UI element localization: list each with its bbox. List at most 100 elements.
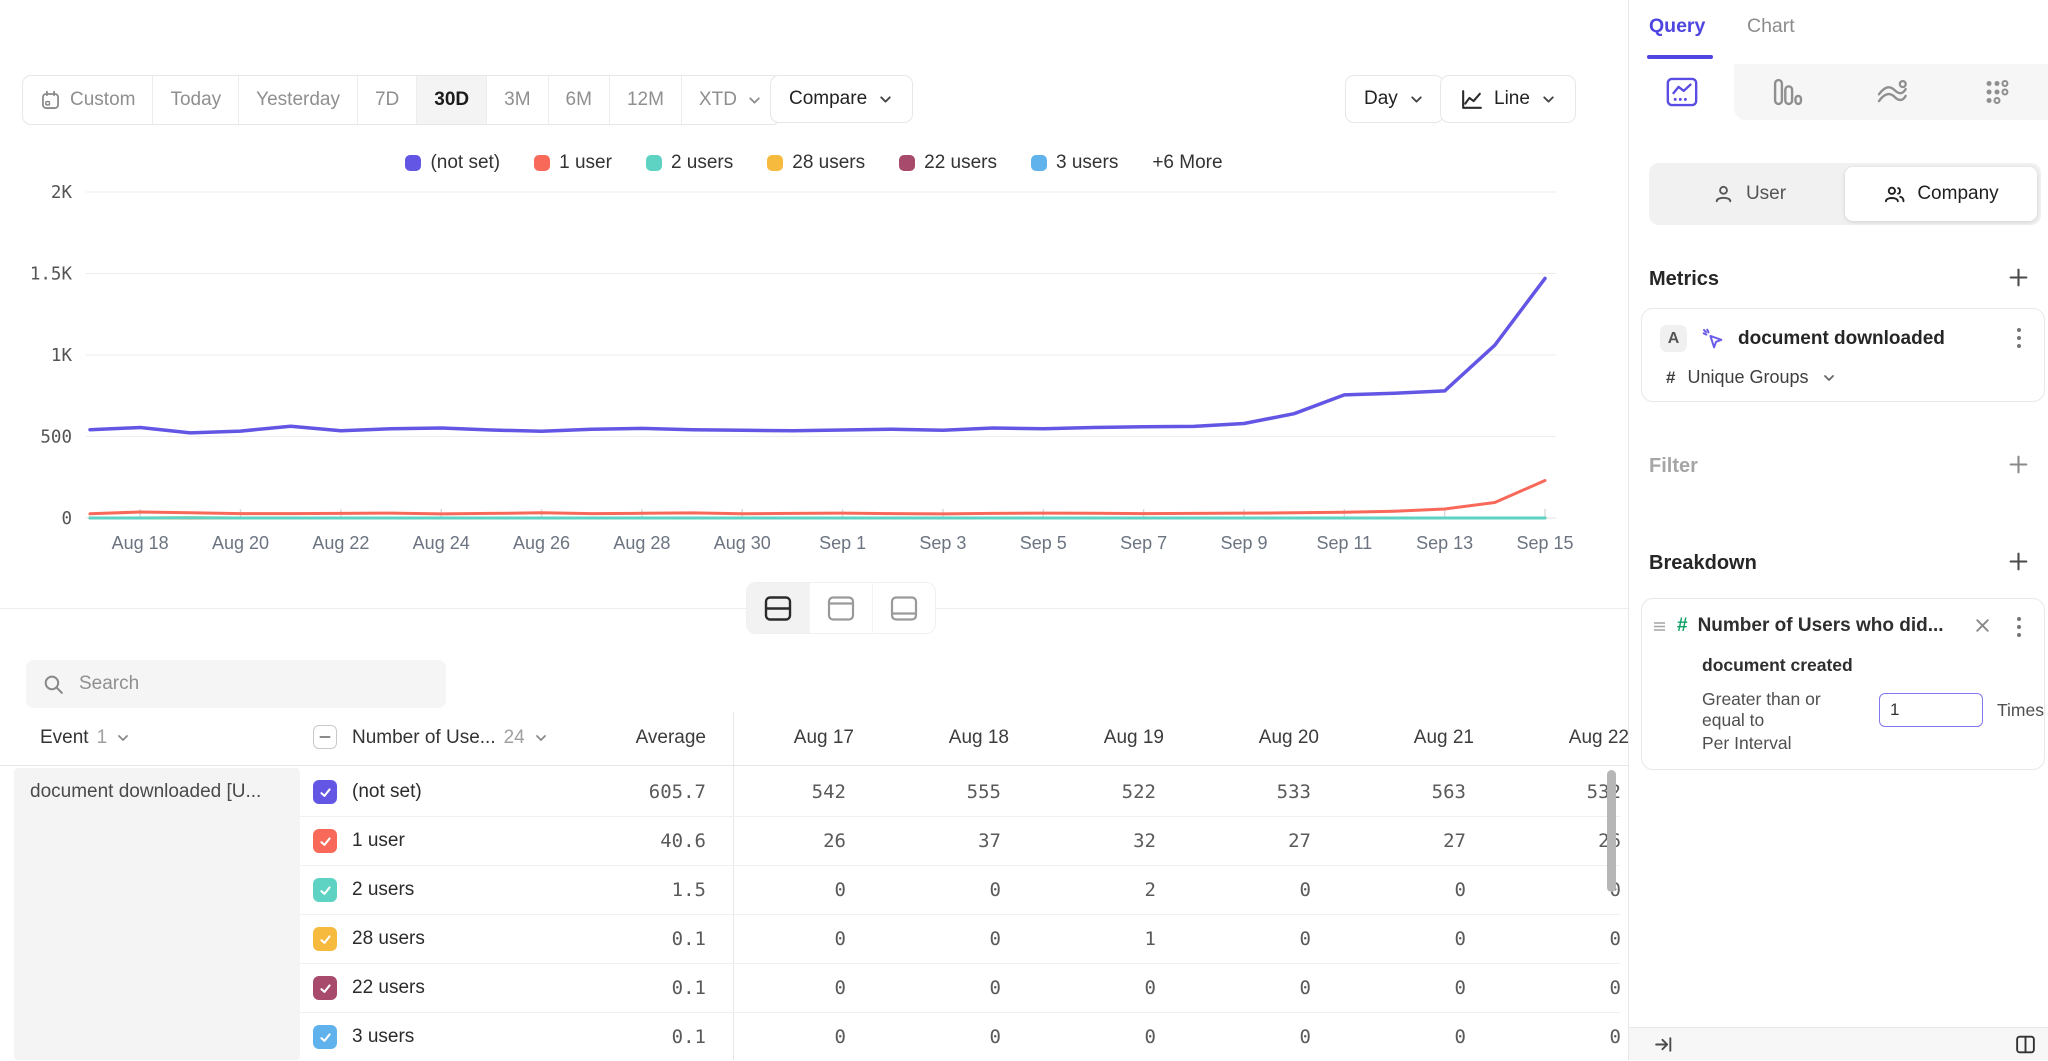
dots-grid-icon: [1980, 76, 2014, 108]
row-checkbox[interactable]: [313, 878, 337, 902]
entity-company-button[interactable]: Company: [1845, 167, 2037, 221]
average-value: 0.1: [560, 1026, 706, 1048]
plus-icon: [2007, 550, 2030, 573]
column-header-aug-17[interactable]: Aug 17: [735, 727, 890, 749]
condition-label[interactable]: Greater than or equal to: [1702, 689, 1865, 731]
report-type-insights-button[interactable]: [1629, 64, 1734, 120]
per-interval-label[interactable]: Per Interval: [1702, 733, 1791, 754]
x-axis-label: Sep 9: [1220, 533, 1267, 553]
average-column-header[interactable]: Average: [560, 727, 706, 749]
series-column-header[interactable]: Number of Use... 24: [352, 727, 549, 749]
breakdown-property-name[interactable]: Number of Users who did...: [1698, 615, 1944, 637]
metric-event-name[interactable]: document downloaded: [1738, 328, 1945, 350]
toggle-panel-layout-button[interactable]: [2014, 1033, 2037, 1061]
chart-only-icon: [826, 595, 856, 622]
remove-breakdown-button[interactable]: [1973, 616, 1992, 640]
range-yesterday[interactable]: Yesterday: [239, 76, 358, 124]
company-icon: [1883, 183, 1906, 206]
row-checkbox[interactable]: [313, 927, 337, 951]
cell-value: 0: [1510, 977, 1628, 999]
table-only-icon: [889, 595, 919, 622]
add-filter-button[interactable]: [2007, 453, 2030, 481]
range-3m[interactable]: 3M: [487, 76, 548, 124]
x-axis-label: Aug 18: [112, 533, 169, 553]
layout-chart-only-button[interactable]: [810, 583, 873, 633]
date-range-picker: CustomTodayYesterday7D30D3M6M12MXTD: [22, 75, 781, 125]
cell-value: 0: [890, 1026, 1045, 1048]
report-type-flows-button[interactable]: [1839, 64, 1944, 120]
cell-value: 0: [1510, 928, 1628, 950]
breakdown-card: # Number of Users who did... document cr…: [1641, 598, 2045, 770]
drag-handle-icon[interactable]: [1652, 619, 1667, 634]
layout-table-only-button[interactable]: [873, 583, 935, 633]
chevron-down-icon: [746, 92, 763, 109]
metric-card[interactable]: A document downloaded # Unique Groups: [1641, 308, 2045, 402]
filter-title: Filter: [1649, 455, 1698, 478]
breakdown-menu-button[interactable]: [2008, 614, 2030, 645]
entity-user-button[interactable]: User: [1653, 167, 1845, 221]
table-scrollbar[interactable]: [1607, 770, 1616, 892]
series-count: 24: [504, 727, 525, 749]
hash-icon: #: [1666, 368, 1675, 388]
row-checkbox[interactable]: [313, 1025, 337, 1049]
add-metric-button[interactable]: [2007, 266, 2030, 294]
search-input[interactable]: [77, 672, 430, 696]
average-value: 0.1: [560, 928, 706, 950]
collapse-right-icon: [1653, 1034, 1674, 1055]
average-value: 605.7: [560, 781, 706, 803]
column-header-aug-22[interactable]: Aug 22: [1510, 727, 1628, 749]
average-value: 40.6: [560, 830, 706, 852]
tab-query-label: Query: [1649, 15, 1705, 37]
add-breakdown-button[interactable]: [2007, 550, 2030, 578]
range-7d[interactable]: 7D: [358, 76, 417, 124]
column-header-aug-19[interactable]: Aug 19: [1045, 727, 1200, 749]
row-checkbox[interactable]: [313, 780, 337, 804]
row-checkbox[interactable]: [313, 829, 337, 853]
cell-value: 2: [1045, 879, 1200, 901]
metrics-title: Metrics: [1649, 268, 1719, 291]
table-body: document downloaded [U... (not set)605.7…: [0, 768, 1628, 1060]
metric-row: A document downloaded: [1660, 325, 1945, 352]
times-input[interactable]: [1879, 693, 1983, 727]
collapse-panel-button[interactable]: [1653, 1034, 1674, 1060]
interval-dropdown[interactable]: Day: [1345, 75, 1444, 123]
aggregation-dropdown[interactable]: # Unique Groups: [1666, 367, 1837, 388]
check-icon: [318, 1030, 333, 1045]
chart-type-label: Line: [1494, 88, 1530, 110]
report-type-retention-button[interactable]: [1944, 64, 2048, 120]
column-header-aug-20[interactable]: Aug 20: [1200, 727, 1355, 749]
select-all-checkbox[interactable]: [313, 725, 337, 749]
series-label: (not set): [352, 781, 422, 803]
table-header: Event 1 Number of Use... 24 Average Aug …: [0, 712, 1628, 766]
metric-menu-button[interactable]: [2008, 325, 2030, 356]
range-custom[interactable]: Custom: [23, 76, 153, 124]
range-today[interactable]: Today: [153, 76, 239, 124]
breakdown-event-name[interactable]: document created: [1702, 655, 1853, 676]
chevron-down-icon: [1408, 91, 1425, 108]
series-label: 28 users: [352, 928, 425, 950]
compare-button[interactable]: Compare: [770, 75, 913, 123]
x-axis-label: Aug 30: [714, 533, 771, 553]
row-checkbox[interactable]: [313, 976, 337, 1000]
entity-company-label: Company: [1917, 183, 1998, 205]
event-column-header[interactable]: Event 1: [40, 727, 131, 749]
table-row: 3 users0.1000000: [0, 1013, 1628, 1060]
chart-type-dropdown[interactable]: Line: [1440, 75, 1576, 123]
layout-split-button[interactable]: [747, 583, 810, 633]
report-type-funnels-button[interactable]: [1734, 64, 1839, 120]
range-6m[interactable]: 6M: [549, 76, 610, 124]
panel-tabs: Query Chart: [1629, 0, 2048, 64]
range-30d[interactable]: 30D: [417, 76, 487, 124]
line-chart[interactable]: 05001K1.5K2KAug 18Aug 20Aug 22Aug 24Aug …: [0, 140, 1628, 570]
column-header-aug-21[interactable]: Aug 21: [1355, 727, 1510, 749]
x-axis-label: Sep 1: [819, 533, 866, 553]
check-icon: [318, 785, 333, 800]
tab-chart[interactable]: Chart: [1747, 15, 1795, 38]
tab-query[interactable]: Query: [1649, 15, 1705, 38]
range-xtd[interactable]: XTD: [682, 76, 780, 124]
tab-chart-label: Chart: [1747, 15, 1795, 37]
column-header-aug-18[interactable]: Aug 18: [890, 727, 1045, 749]
interval-label: Day: [1364, 88, 1398, 110]
average-value: 1.5: [560, 879, 706, 901]
range-12m[interactable]: 12M: [610, 76, 682, 124]
